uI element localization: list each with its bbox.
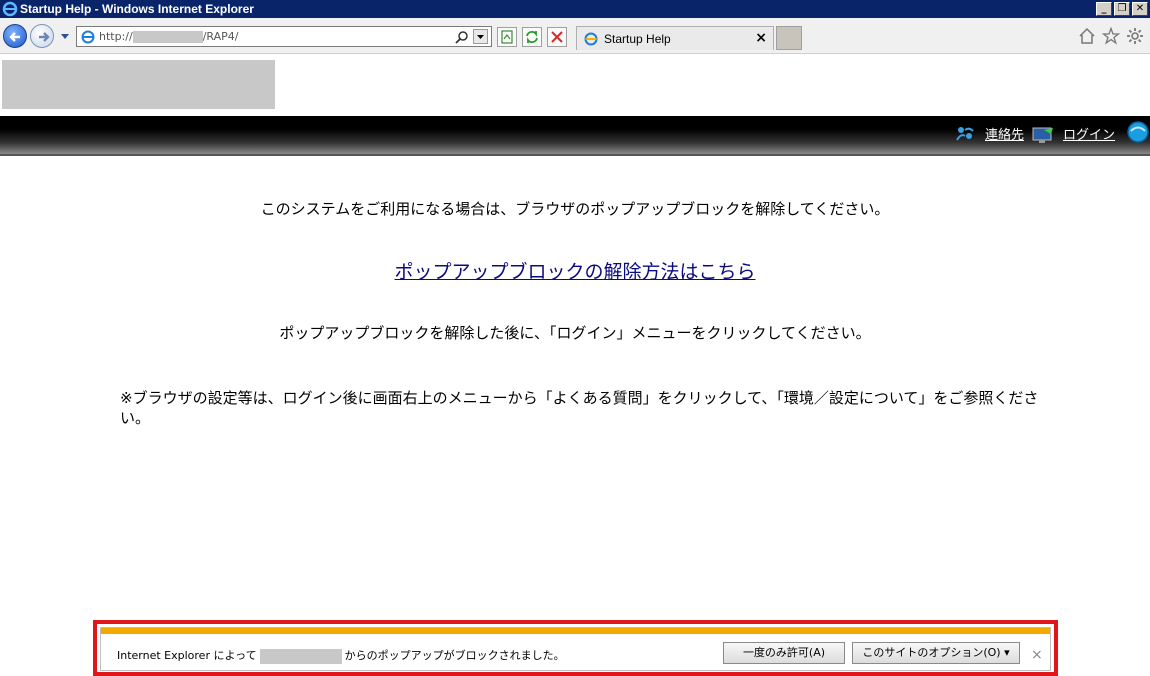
url-text: http:// /RAP4/ — [99, 30, 238, 43]
new-tab-button[interactable] — [776, 26, 802, 50]
search-icon[interactable] — [455, 30, 469, 44]
contact-icon — [956, 127, 974, 141]
infobar-redacted-site — [259, 648, 342, 664]
site-options-button[interactable]: このサイトのオプション(O) ▾ — [852, 642, 1020, 664]
url-prefix: http:// — [99, 30, 133, 43]
minimize-button[interactable]: _ — [1096, 2, 1112, 16]
window-titlebar: Startup Help - Windows Internet Explorer… — [0, 0, 1150, 18]
url-suffix: /RAP4/ — [202, 30, 239, 43]
close-window-button[interactable]: ✕ — [1132, 2, 1148, 16]
popup-unblock-help-link[interactable]: ポップアップブロックの解除方法はこちら — [0, 257, 1150, 284]
infobar-close-button[interactable]: × — [1031, 647, 1043, 663]
page-ie-icon — [81, 30, 95, 44]
back-button[interactable] — [3, 24, 27, 48]
settings-note: ※ブラウザの設定等は、ログイン後に画面右上のメニューから「よくある質問」をクリッ… — [120, 389, 1039, 427]
infobar-stripe — [101, 628, 1050, 634]
url-redacted — [132, 31, 203, 43]
stop-icon — [551, 31, 563, 43]
navigation-bar: http:// /RAP4/ Startup Help × — [0, 18, 1150, 54]
home-icon[interactable] — [1078, 27, 1096, 45]
refresh-button[interactable] — [522, 27, 542, 47]
popup-blocked-infobar: Internet Explorer によって からのポップアップがブロックされまし… — [100, 627, 1051, 671]
refresh-icon — [526, 31, 538, 43]
tab-ie-icon — [584, 32, 598, 46]
infobar-message: Internet Explorer によって からのポップアップがブロックされまし… — [117, 647, 565, 664]
window-title: Startup Help - Windows Internet Explorer — [20, 2, 254, 16]
back-arrow-icon — [9, 32, 20, 42]
history-dropdown-icon[interactable] — [60, 31, 70, 41]
gear-icon[interactable] — [1126, 27, 1144, 45]
allow-once-button[interactable]: 一度のみ許可(A) — [723, 642, 845, 664]
globe-icon[interactable] — [1126, 120, 1150, 144]
favorites-star-icon[interactable] — [1102, 27, 1120, 45]
login-monitor-icon — [1032, 127, 1053, 143]
maximize-button[interactable]: ❐ — [1114, 2, 1130, 16]
redacted-logo — [2, 60, 275, 109]
address-dropdown-button[interactable] — [473, 29, 488, 44]
forward-button[interactable] — [30, 24, 54, 48]
infobar-message-suffix: からのポップアップがブロックされました。 — [344, 649, 565, 662]
contact-link[interactable]: 連絡先 — [985, 124, 1024, 143]
login-instruction: ポップアップブロックを解除した後に、「ログイン」メニューをクリックしてください。 — [279, 324, 871, 342]
ie-logo-icon — [2, 1, 18, 17]
compatibility-view-icon — [501, 30, 513, 44]
address-bar[interactable]: http:// /RAP4/ — [76, 26, 492, 47]
login-link[interactable]: ログイン — [1063, 124, 1115, 143]
stop-button[interactable] — [547, 27, 567, 47]
chevron-down-icon — [477, 35, 484, 39]
tab-startup-help[interactable]: Startup Help × — [576, 26, 774, 50]
tab-label: Startup Help — [604, 32, 671, 46]
header-menu-bar — [0, 116, 1150, 156]
popup-block-instruction: このシステムをご利用になる場合は、ブラウザのポップアップブロックを解除してくださ… — [260, 200, 890, 218]
compatibility-view-button[interactable] — [497, 27, 517, 47]
tab-close-button[interactable]: × — [755, 30, 767, 46]
infobar-message-prefix: Internet Explorer によって — [117, 649, 257, 662]
forward-arrow-icon — [39, 32, 50, 42]
